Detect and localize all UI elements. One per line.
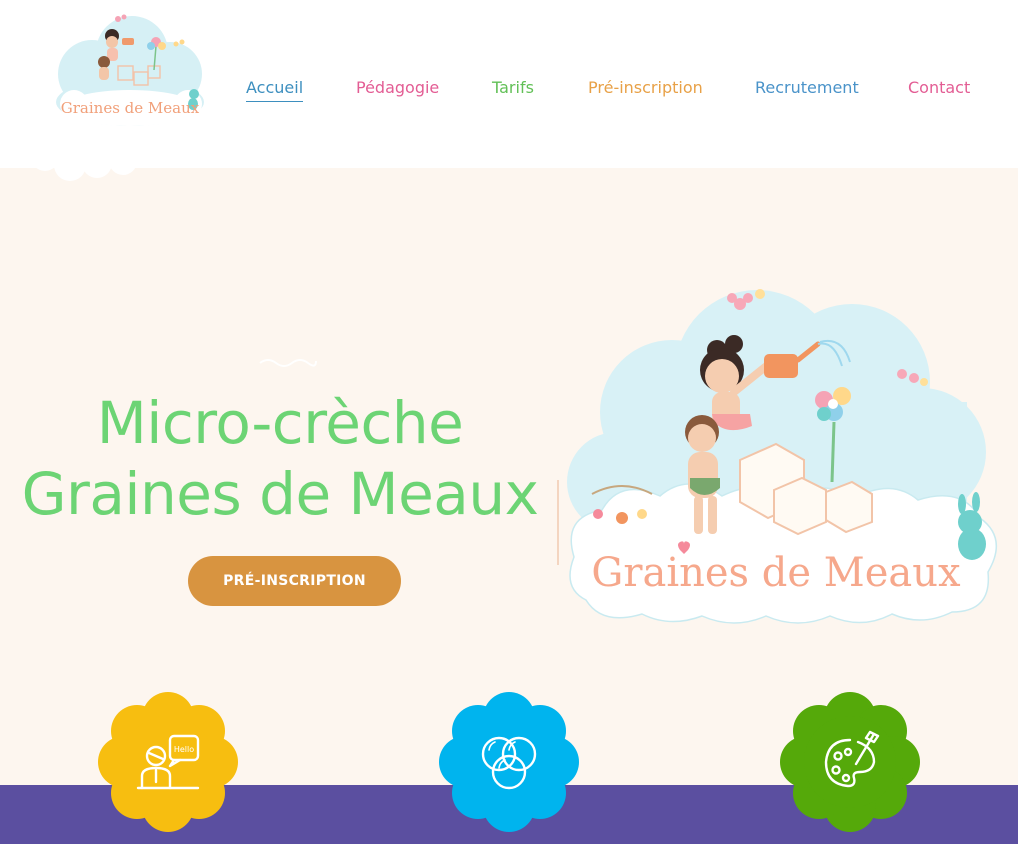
feature-badge-art <box>778 690 922 834</box>
nav-item-pedagogie[interactable]: Pédagogie <box>356 78 439 97</box>
illustration-wordmark: Graines de Meaux <box>591 550 961 596</box>
nav-item-accueil[interactable]: Accueil <box>246 78 304 102</box>
bubbles-icon <box>481 736 537 790</box>
nav-item-pre-inscription[interactable]: Pré-inscription <box>588 78 703 97</box>
hero-title-line1: Micro-crèche <box>96 389 464 457</box>
pre-inscription-button[interactable]: PRÉ-INSCRIPTION <box>188 556 401 606</box>
cloud-decoration <box>31 145 162 181</box>
feature-badge-bubbles <box>437 690 581 834</box>
hero-title: Micro-crèche Graines de Meaux <box>0 388 560 530</box>
site-header: Graines de Meaux Accueil Pédagogie Tarif… <box>0 0 1018 181</box>
nav-item-tarifs[interactable]: Tarifs <box>492 78 534 97</box>
swirl-decoration <box>259 359 317 367</box>
svg-text:Hello: Hello <box>174 745 194 754</box>
hero-title-line2: Graines de Meaux <box>21 460 539 528</box>
paint-palette-icon <box>824 730 880 788</box>
hero-divider <box>557 480 559 565</box>
nav-item-contact[interactable]: Contact <box>908 78 970 97</box>
main-nav: Accueil Pédagogie Tarifs Pré-inscription… <box>0 78 1018 102</box>
feature-badge-language: Hello <box>96 690 240 834</box>
site-logo[interactable]: Graines de Meaux <box>52 12 208 130</box>
hero-illustration: Graines de Meaux <box>562 282 1002 627</box>
language-teacher-icon: Hello <box>136 734 200 790</box>
nav-item-recrutement[interactable]: Recrutement <box>755 78 859 97</box>
